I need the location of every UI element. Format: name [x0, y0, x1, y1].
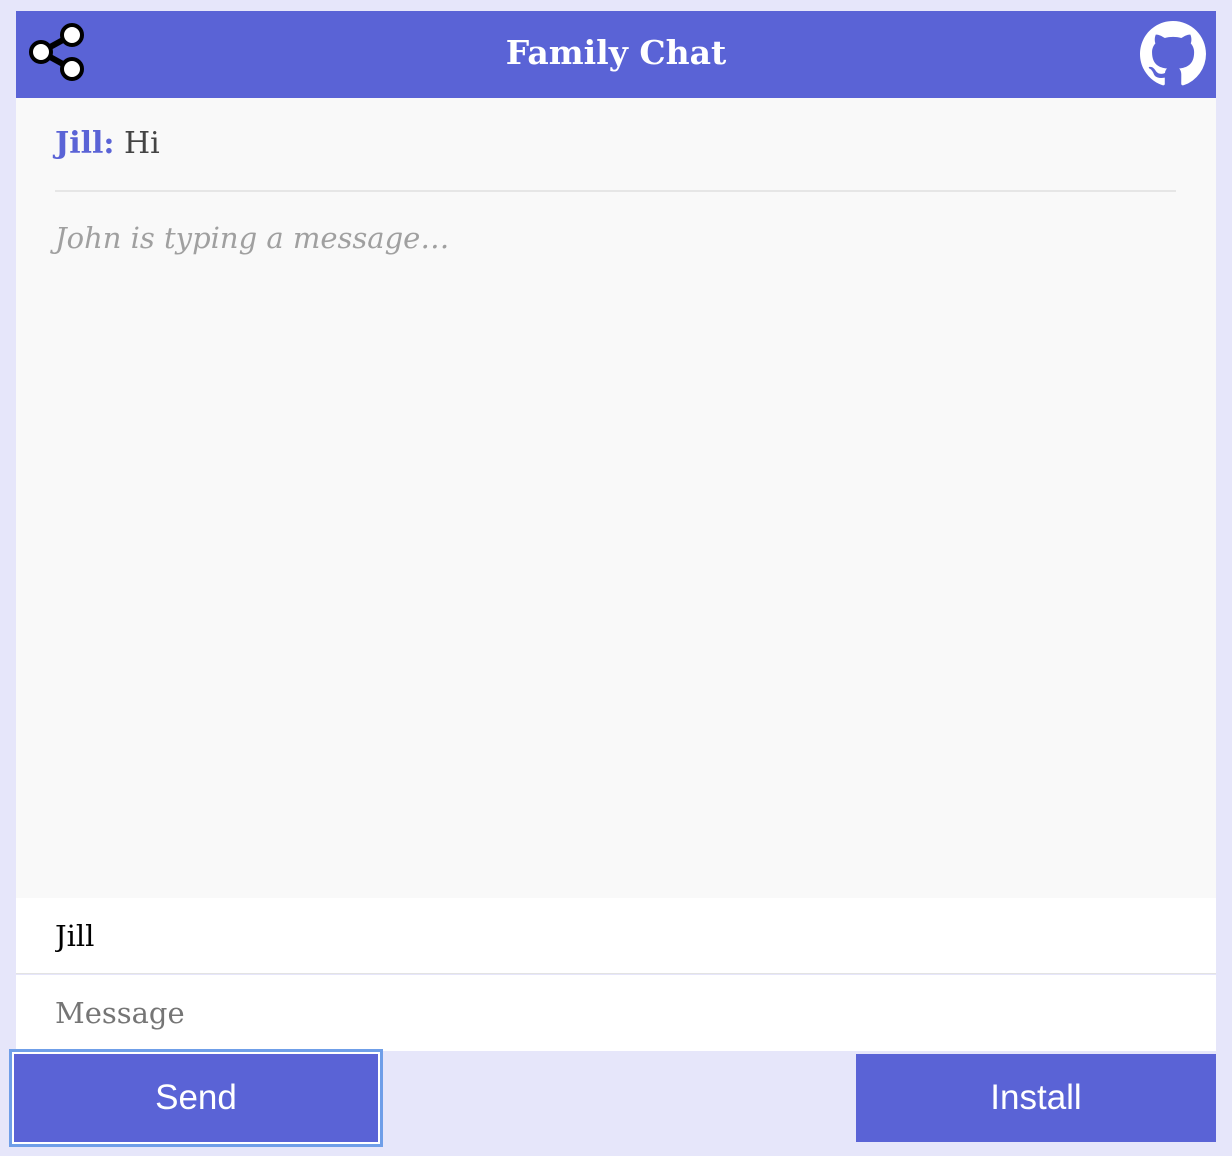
app-title: Family Chat	[505, 33, 727, 72]
name-input[interactable]	[16, 898, 1216, 974]
message-input[interactable]	[16, 975, 1216, 1051]
typing-indicator: John is typing a message…	[55, 221, 450, 255]
install-button[interactable]: Install	[856, 1054, 1216, 1142]
message-text: Hi	[124, 126, 160, 161]
message-item: Jill: Hi	[55, 126, 1176, 192]
message-author: Jill:	[55, 126, 115, 161]
chat-app: Family Chat Jill: Hi John is typing a me…	[14, 11, 1216, 1144]
message-list: Jill: Hi John is typing a message…	[16, 98, 1216, 898]
send-button[interactable]: Send	[14, 1054, 378, 1142]
header-bar: Family Chat	[16, 11, 1216, 98]
github-icon	[1140, 21, 1206, 86]
github-link[interactable]	[1140, 21, 1206, 87]
